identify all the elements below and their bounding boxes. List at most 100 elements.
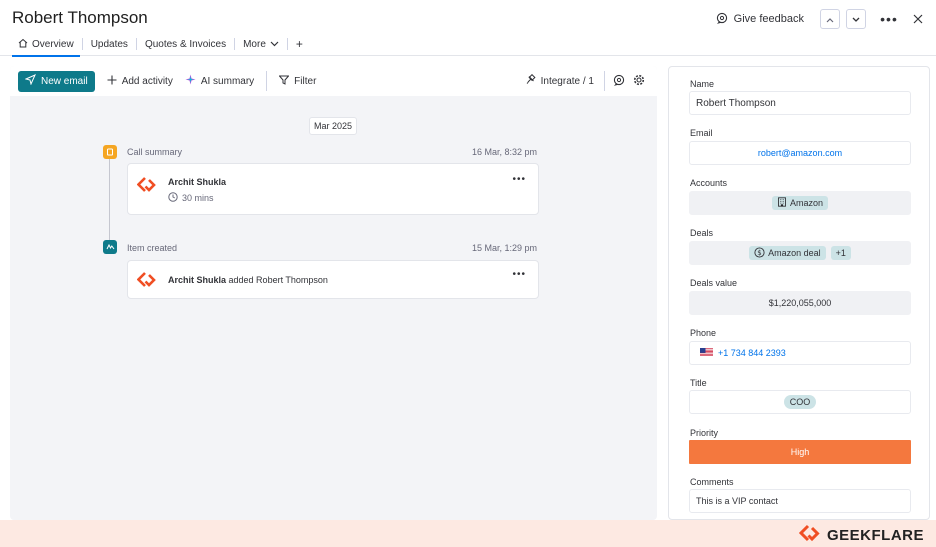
call-summary-card[interactable]: Archit Shukla 30 mins ••• xyxy=(127,163,539,215)
card-duration: 30 mins xyxy=(168,192,214,204)
title-label: Title xyxy=(690,378,707,388)
tab-overview-label: Overview xyxy=(32,38,74,50)
tab-overview[interactable]: Overview xyxy=(10,34,82,57)
watermark-text: GEEKFLARE xyxy=(826,526,924,544)
item-fields-panel: Name Robert Thompson Email robert@amazon… xyxy=(668,66,930,520)
deals-value-label: Deals value xyxy=(690,278,738,288)
filter-label: Filter xyxy=(294,75,317,87)
page-title: Robert Thompson xyxy=(12,8,148,27)
title-chip: COO xyxy=(783,395,817,409)
comments-value: This is a VIP contact xyxy=(696,496,778,506)
timeline-toolbar: New email Add activity AI summary Filter… xyxy=(10,66,657,96)
geekflare-logo-icon xyxy=(136,175,157,198)
phone-field[interactable]: +1 734 844 2393 xyxy=(689,341,911,365)
toolbar-right: Integrate / 1 xyxy=(525,66,645,96)
deals-more-chip[interactable]: +1 xyxy=(830,246,851,260)
ai-summary-button[interactable]: AI summary xyxy=(185,74,254,88)
tab-more-label: More xyxy=(243,38,266,50)
account-chip[interactable]: Amazon xyxy=(771,196,829,210)
previous-item-button[interactable] xyxy=(820,9,840,29)
item-tabs: Overview Updates Quotes & Invoices More … xyxy=(10,34,311,57)
chevron-down-icon xyxy=(270,39,279,50)
tab-quotes-label: Quotes & Invoices xyxy=(144,38,227,50)
deals-field[interactable]: $ Amazon deal +1 xyxy=(689,241,911,265)
tab-updates[interactable]: Updates xyxy=(83,34,136,54)
comments-field[interactable]: This is a VIP contact xyxy=(689,489,911,513)
watermark-bar: GEEKFLARE xyxy=(0,520,936,547)
item-created-card[interactable]: Archit Shukla added Robert Thompson ••• xyxy=(127,260,539,299)
close-icon[interactable] xyxy=(910,11,926,27)
settings-gear-icon[interactable] xyxy=(633,74,645,89)
deal-name: Amazon deal xyxy=(768,248,821,258)
deals-label: Deals xyxy=(690,228,714,238)
name-label: Name xyxy=(690,79,715,89)
timeline-connector xyxy=(109,159,110,241)
email-value[interactable]: robert@amazon.com xyxy=(758,148,842,158)
card-more-options-icon[interactable]: ••• xyxy=(512,269,526,280)
sparkle-icon xyxy=(185,74,196,88)
card-author: Archit Shukla xyxy=(168,177,226,187)
header-actions: Give feedback ••• xyxy=(716,8,926,30)
tab-updates-label: Updates xyxy=(90,38,128,50)
call-summary-icon xyxy=(103,145,117,159)
new-email-label: New email xyxy=(41,75,88,87)
phone-label: Phone xyxy=(690,328,717,338)
more-options-icon[interactable]: ••• xyxy=(878,11,900,27)
integrate-button[interactable]: Integrate / 1 xyxy=(525,73,594,88)
clock-icon xyxy=(168,192,178,204)
priority-label: Priority xyxy=(690,428,719,438)
timeline-panel: New email Add activity AI summary Filter… xyxy=(10,66,657,520)
feedback-icon xyxy=(716,12,728,27)
email-label: Email xyxy=(690,128,713,138)
ai-summary-label: AI summary xyxy=(200,75,255,87)
name-field[interactable]: Robert Thompson xyxy=(689,91,911,115)
dollar-icon: $ xyxy=(754,246,765,260)
card-more-options-icon[interactable]: ••• xyxy=(512,174,526,185)
add-tab-button[interactable]: + xyxy=(288,37,311,51)
activity-detail: added Robert Thompson xyxy=(228,275,328,285)
card-activity-text: Archit Shukla added Robert Thompson xyxy=(168,275,328,285)
event-time: 15 Mar, 1:29 pm xyxy=(471,243,537,253)
event-label: Item created xyxy=(127,243,178,253)
integrate-label: Integrate / 1 xyxy=(540,75,594,87)
next-item-button[interactable] xyxy=(846,9,866,29)
geekflare-logo-icon xyxy=(798,523,821,547)
toolbar-divider xyxy=(266,71,268,91)
accounts-label: Accounts xyxy=(690,178,728,188)
timeline-date-chip: Mar 2025 xyxy=(309,117,357,135)
building-icon xyxy=(777,197,787,209)
geekflare-watermark: GEEKFLARE xyxy=(798,523,924,547)
accounts-field[interactable]: Amazon xyxy=(689,191,911,215)
filter-button[interactable]: Filter xyxy=(278,75,317,88)
duration-text: 30 mins xyxy=(182,193,214,203)
deals-value-field: $1,220,055,000 xyxy=(689,291,911,315)
account-name: Amazon xyxy=(789,198,824,208)
event-time: 16 Mar, 8:32 pm xyxy=(471,147,537,157)
chat-icon[interactable] xyxy=(613,74,625,89)
give-feedback-button[interactable]: Give feedback xyxy=(716,12,804,27)
author-name: Archit Shukla xyxy=(168,177,227,187)
chevron-down-icon xyxy=(852,12,860,26)
event-label: Call summary xyxy=(127,147,183,157)
phone-value[interactable]: +1 734 844 2393 xyxy=(718,348,786,358)
priority-status[interactable]: High xyxy=(689,440,911,464)
item-created-icon xyxy=(103,240,117,254)
chevron-up-icon xyxy=(826,12,834,26)
give-feedback-label: Give feedback xyxy=(733,13,804,25)
deal-chip[interactable]: $ Amazon deal xyxy=(749,246,826,260)
new-email-button[interactable]: New email xyxy=(18,70,95,92)
home-icon xyxy=(18,38,28,51)
integrate-icon xyxy=(525,73,536,88)
add-activity-button[interactable]: Add activity xyxy=(107,75,173,88)
tab-quotes-invoices[interactable]: Quotes & Invoices xyxy=(137,34,234,54)
comments-label: Comments xyxy=(690,477,734,487)
deals-value: $1,220,055,000 xyxy=(768,298,832,308)
geekflare-logo-icon xyxy=(136,270,157,293)
send-icon xyxy=(24,74,36,88)
tab-more[interactable]: More xyxy=(235,34,287,54)
title-field[interactable]: COO xyxy=(689,390,911,414)
toolbar-divider xyxy=(604,71,605,91)
add-activity-label: Add activity xyxy=(121,75,173,87)
item-header: Robert Thompson Give feedback ••• Overvi… xyxy=(0,0,936,57)
email-field[interactable]: robert@amazon.com xyxy=(689,141,911,165)
